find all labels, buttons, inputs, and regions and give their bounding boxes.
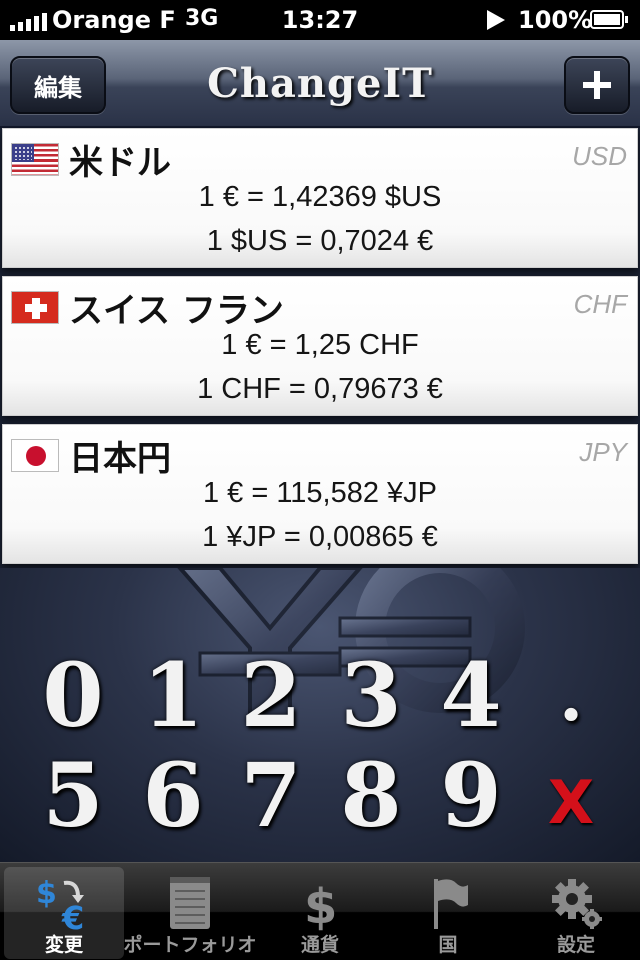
navigation-bar: 編集 ChangeIT [0,40,640,128]
key-6[interactable]: 6 [128,743,218,847]
rate-currency-to-euro: 1 ¥JP = 0,00865 € [202,521,438,553]
key-2[interactable]: 2 [226,643,316,747]
key-0[interactable]: 0 [28,643,118,747]
tab-bar: $ € 変更 ポートフォリオ $ 通貨 国 設定 [0,862,640,960]
play-icon [487,10,505,30]
currency-code: JPY [579,437,627,467]
status-bar: Orange F 3G 13:27 100% [0,0,640,40]
notepad-icon [160,873,220,933]
gear-icon [546,873,606,933]
key-9[interactable]: 9 [426,743,516,847]
svg-text:$: $ [36,876,57,911]
rate-currency-to-euro: 1 CHF = 0,79673 € [197,373,443,405]
dollar-icon: $ [290,873,350,935]
currency-name: スイス フラン [69,291,284,331]
svg-text:€: € [61,899,84,933]
tab-currency[interactable]: $ 通貨 [260,867,380,959]
currency-row-jpy[interactable]: 日本円 JPY 1 € = 115,582 ¥JP 1 ¥JP = 0,0086… [2,424,638,564]
key-5[interactable]: 5 [28,743,118,847]
tab-label: 通貨 [300,934,339,956]
currency-row-usd[interactable]: 米ドル USD 1 € = 1,42369 $US 1 $US = 0,7024… [2,128,638,268]
add-currency-button[interactable] [564,56,630,114]
app-title: ChangeIT [207,60,433,107]
tab-label: ポートフォリオ [123,934,257,956]
rate-euro-to-currency: 1 € = 1,25 CHF [221,329,419,361]
svg-text:$: $ [304,879,337,933]
battery-icon [590,10,628,29]
tab-label: 変更 [44,934,83,956]
key-1[interactable]: 1 [128,643,218,747]
key-3[interactable]: 3 [326,643,416,747]
key-4[interactable]: 4 [426,643,516,747]
key-7[interactable]: 7 [226,743,316,847]
edit-button[interactable]: 編集 [10,56,106,114]
plus-icon [583,71,611,99]
currency-code: CHF [573,289,627,319]
currency-code: USD [572,141,627,171]
exchange-icon: $ € [34,873,94,937]
us-flag-icon [11,143,59,176]
tab-label: 設定 [556,934,595,956]
key-8[interactable]: 8 [326,743,416,847]
decimal-point-key[interactable]: . [526,650,616,740]
keypad: 0 1 2 3 4 . 5 6 7 8 9 X [0,568,640,862]
tab-portfolio[interactable]: ポートフォリオ [123,867,257,959]
japan-flag-icon [11,439,59,472]
battery-percent: 100% [518,6,593,34]
currency-row-chf[interactable]: スイス フラン CHF 1 € = 1,25 CHF 1 CHF = 0,796… [2,276,638,416]
flag-icon [418,873,478,933]
tab-convert[interactable]: $ € 変更 [4,867,124,959]
swiss-flag-icon [11,291,59,324]
rate-euro-to-currency: 1 € = 1,42369 $US [198,181,442,213]
tab-label: 国 [438,934,458,956]
delete-key[interactable]: X [526,758,616,848]
currency-name: 日本円 [69,439,171,479]
rate-euro-to-currency: 1 € = 115,582 ¥JP [202,477,438,509]
currency-name: 米ドル [69,143,171,183]
rate-currency-to-euro: 1 $US = 0,7024 € [206,225,434,257]
tab-country[interactable]: 国 [388,867,508,959]
tab-settings[interactable]: 設定 [516,867,636,959]
